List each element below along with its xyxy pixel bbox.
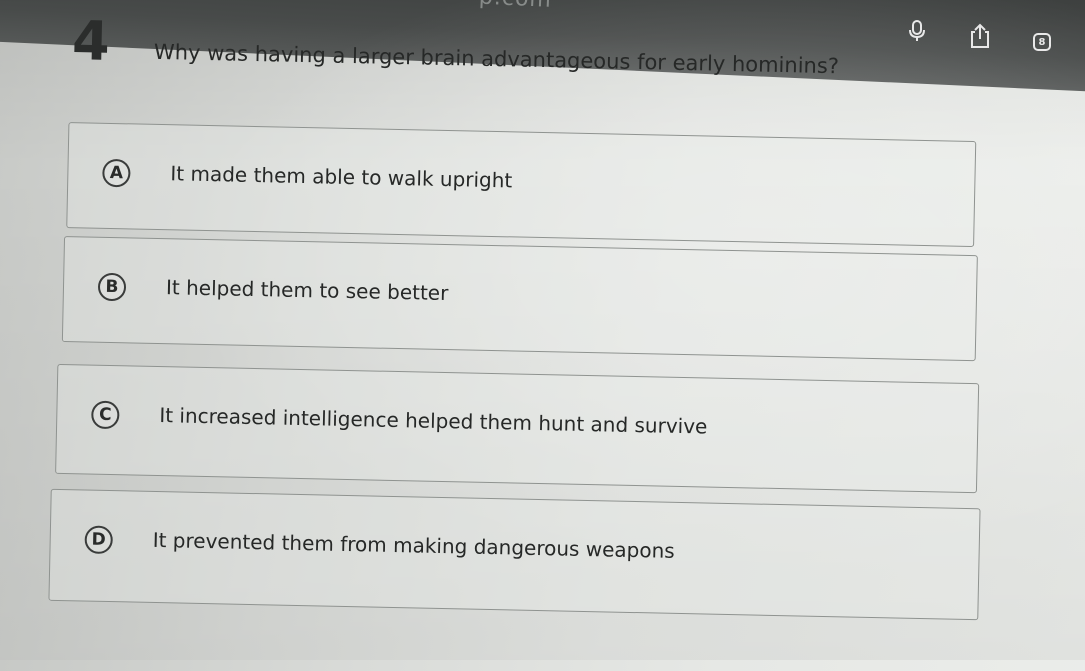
question-number: 4 — [71, 9, 111, 73]
quiz-content: 4 Why was having a larger brain advantag… — [0, 0, 1085, 671]
option-letter-d: D — [84, 525, 114, 555]
option-letter-b: B — [97, 272, 127, 302]
option-c-button[interactable]: C It increased intelligence helped them … — [55, 363, 980, 494]
option-a-button[interactable]: A It made them able to walk upright — [66, 122, 977, 248]
option-letter-c: C — [91, 400, 120, 430]
option-d-button[interactable]: D It prevented them from making dangerou… — [48, 488, 981, 621]
option-b-button[interactable]: B It helped them to see better — [61, 236, 978, 362]
option-letter-a: A — [102, 158, 131, 188]
option-text-d: It prevented them from making dangerous … — [152, 527, 675, 563]
option-text-b: It helped them to see better — [165, 275, 449, 306]
option-text-c: It increased intelligence helped them hu… — [159, 403, 708, 439]
option-text-a: It made them able to walk upright — [170, 161, 513, 193]
question-text: Why was having a larger brain advantageo… — [153, 39, 840, 79]
